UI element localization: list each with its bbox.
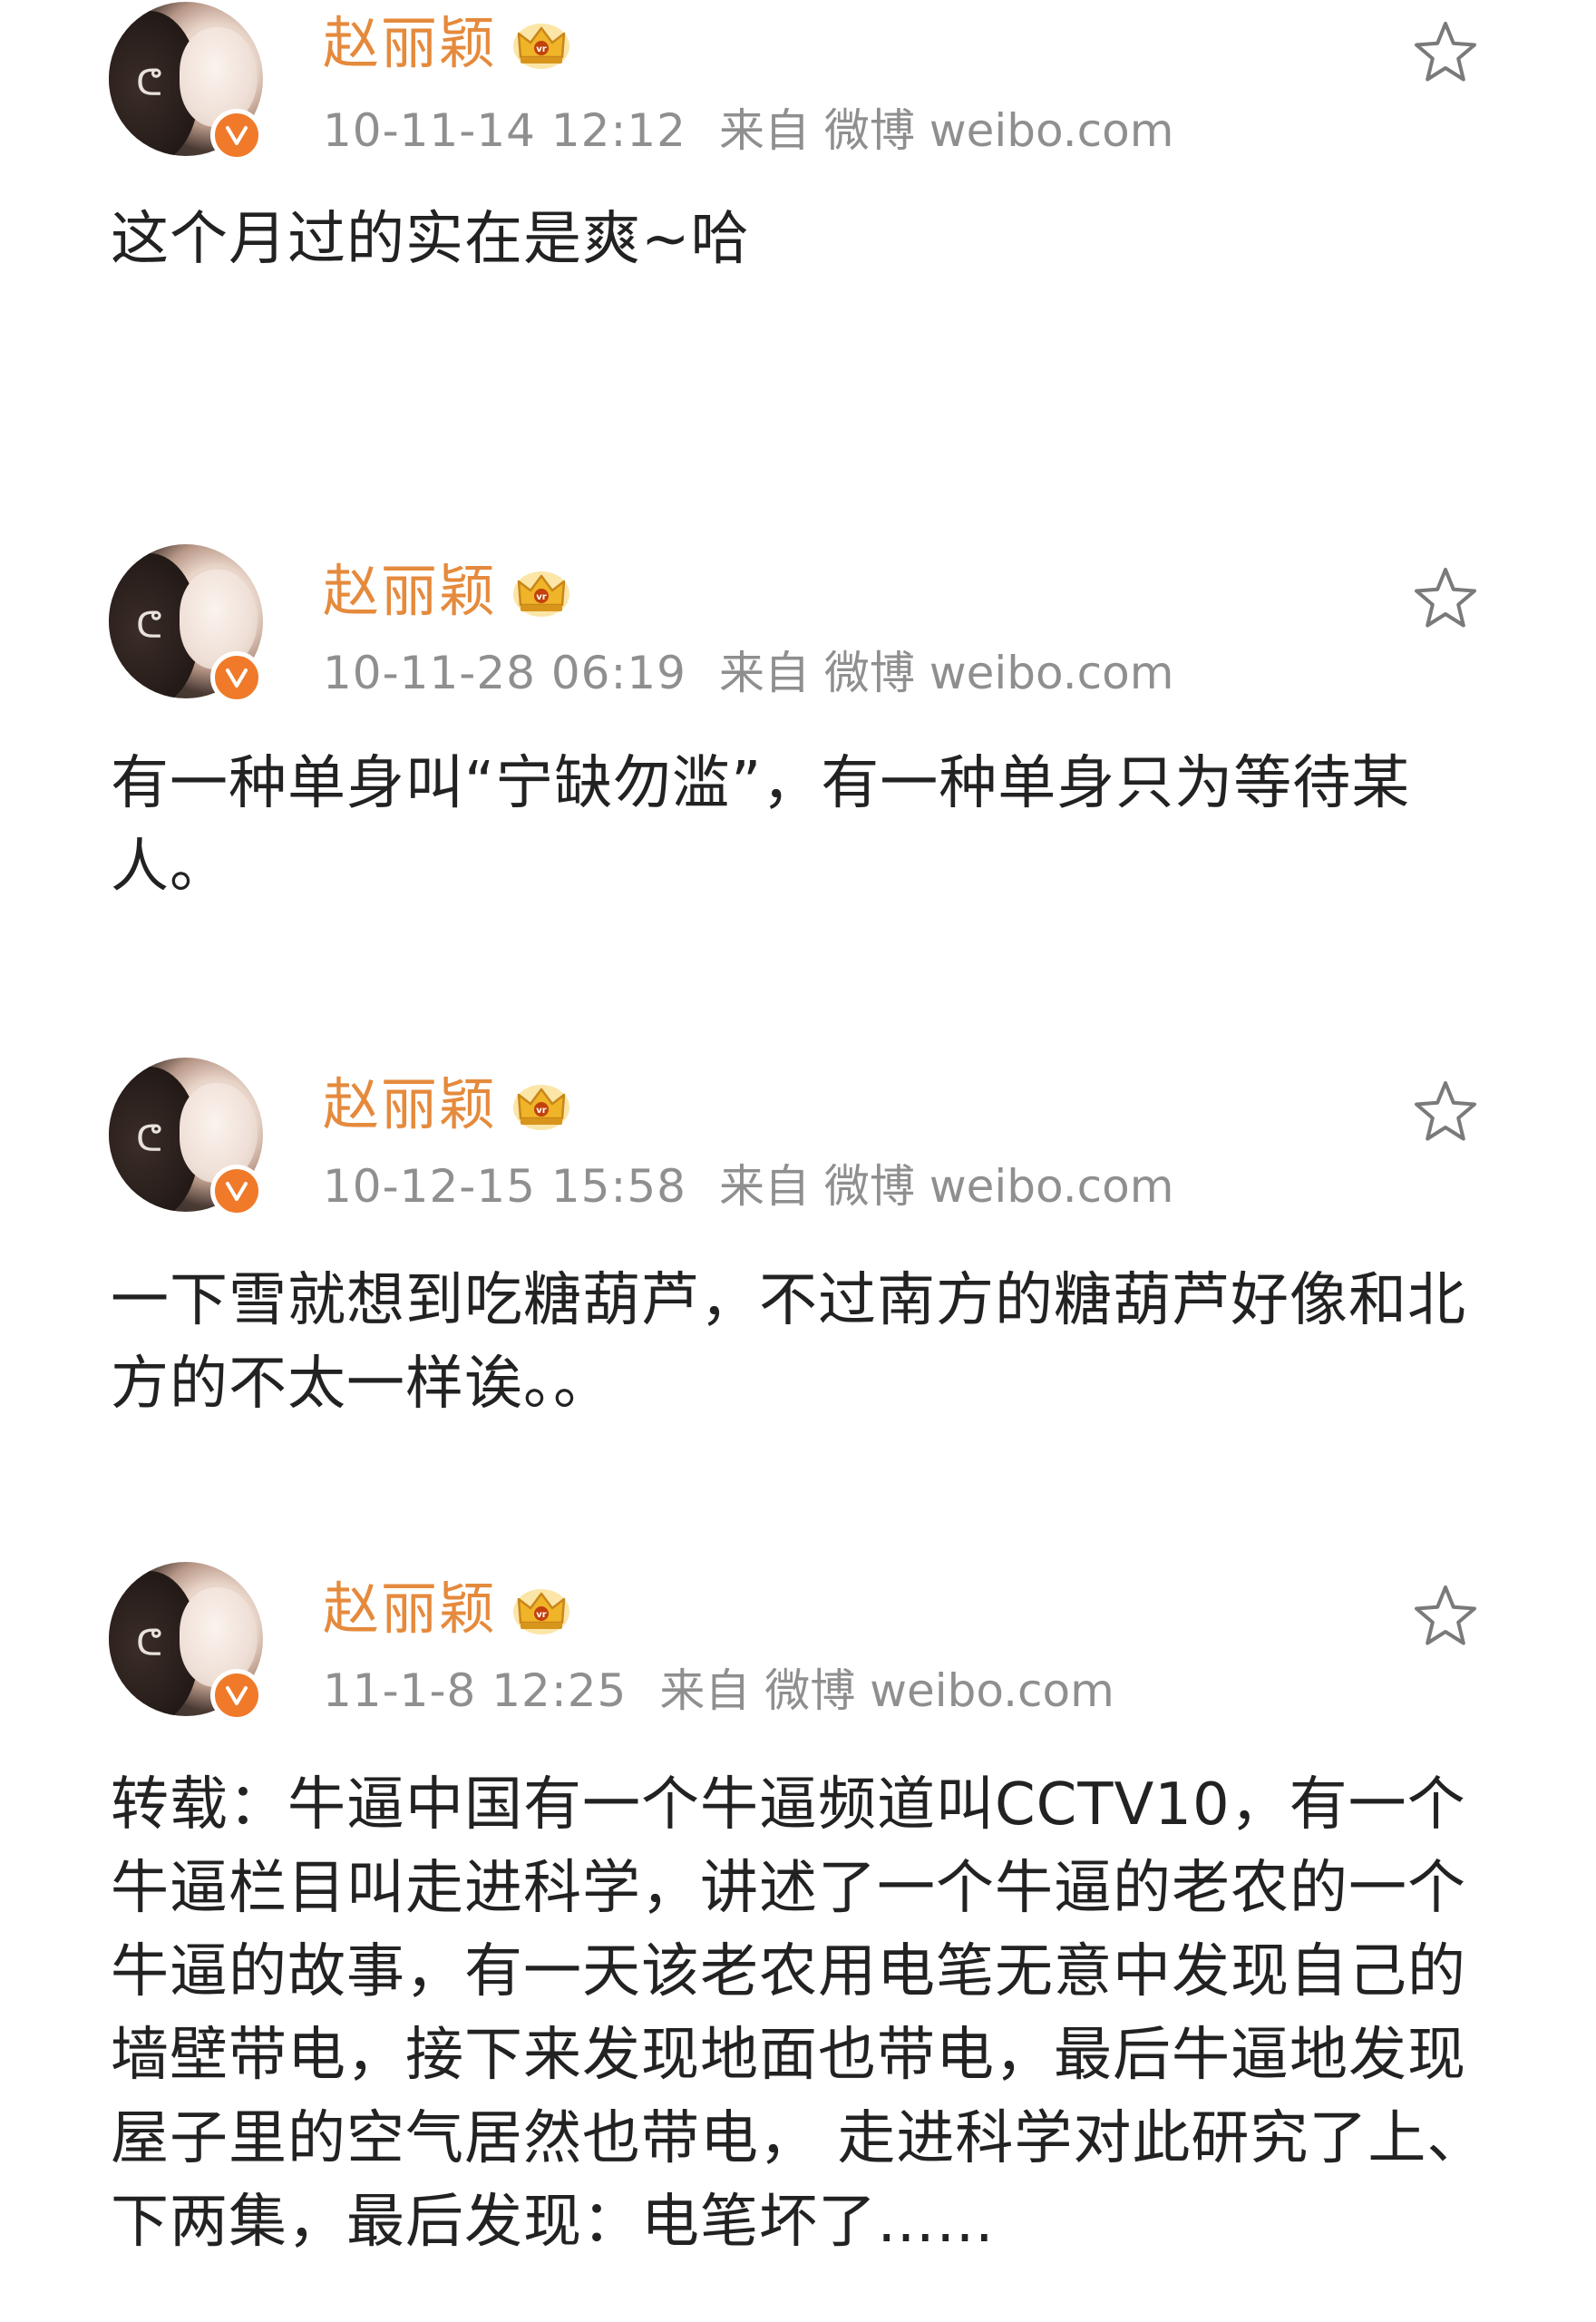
avatar-mark-icon: ᕦ	[136, 63, 163, 104]
username[interactable]: 赵丽颖	[323, 1068, 497, 1141]
avatar-mark-icon: ᕦ	[136, 1623, 163, 1664]
username-row: 赵丽颖 vr	[323, 1573, 571, 1645]
post-text: 转载：牛逼中国有一个牛逼频道叫CCTV10，有一个牛逼栏目叫走进科学，讲述了一个…	[111, 1771, 1486, 2256]
star-icon[interactable]	[1411, 1078, 1480, 1146]
crown-icon[interactable]: vr	[511, 17, 571, 70]
svg-text:vr: vr	[536, 1106, 547, 1116]
svg-text:vr: vr	[536, 44, 547, 54]
post-source[interactable]: 来自 微博 weibo.com	[719, 647, 1173, 699]
post-text: 一下雪就想到吃糖葫芦，不过南方的糖葫芦好像和北方的不太一样诶。。	[111, 1267, 1466, 1418]
star-icon[interactable]	[1411, 1582, 1480, 1651]
username[interactable]: 赵丽颖	[323, 1573, 497, 1645]
username-row: 赵丽颖 vr	[323, 1068, 571, 1141]
post-time[interactable]: 10-11-28 06:19	[323, 647, 686, 699]
username-row: 赵丽颖 vr	[323, 7, 571, 80]
post-time[interactable]: 10-11-14 12:12	[323, 104, 686, 157]
post-source[interactable]: 来自 微博 weibo.com	[719, 104, 1173, 157]
username-row: 赵丽颖 vr	[323, 555, 571, 628]
crown-icon[interactable]: vr	[511, 1583, 571, 1635]
post-text: 有一种单身叫“宁缺勿滥”，有一种单身只为等待某人。	[111, 750, 1411, 901]
post-meta: 11-1-8 12:25 来自 微博 weibo.com	[323, 1663, 1114, 1718]
post-meta: 10-12-15 15:58 来自 微博 weibo.com	[323, 1159, 1173, 1214]
post-source[interactable]: 来自 微博 weibo.com	[659, 1664, 1114, 1717]
post-time[interactable]: 11-1-8 12:25	[323, 1664, 627, 1717]
username[interactable]: 赵丽颖	[323, 555, 497, 628]
verified-v-icon	[210, 1165, 263, 1217]
avatar-mark-icon: ᕦ	[136, 605, 163, 647]
post-meta: 10-11-14 12:12 来自 微博 weibo.com	[323, 103, 1173, 158]
svg-text:vr: vr	[536, 1610, 547, 1620]
weibo-feed: ᕦ 赵丽颖 vr 10-11-14 12:12 来自 微博 weibo.com 这…	[0, 0, 1596, 2322]
post-time[interactable]: 10-12-15 15:58	[323, 1160, 686, 1213]
post-meta: 10-11-28 06:19 来自 微博 weibo.com	[323, 646, 1173, 700]
svg-text:vr: vr	[536, 592, 547, 602]
crown-icon[interactable]: vr	[511, 565, 571, 618]
post-text: 这个月过的实在是爽~哈	[111, 206, 750, 273]
verified-v-icon	[210, 109, 263, 161]
verified-v-icon	[210, 1669, 263, 1722]
star-icon[interactable]	[1411, 564, 1480, 633]
avatar-mark-icon: ᕦ	[136, 1118, 163, 1160]
crown-icon[interactable]: vr	[511, 1078, 571, 1131]
verified-v-icon	[210, 651, 263, 704]
username[interactable]: 赵丽颖	[323, 7, 497, 80]
star-icon[interactable]	[1411, 18, 1480, 87]
post-source[interactable]: 来自 微博 weibo.com	[719, 1160, 1173, 1213]
